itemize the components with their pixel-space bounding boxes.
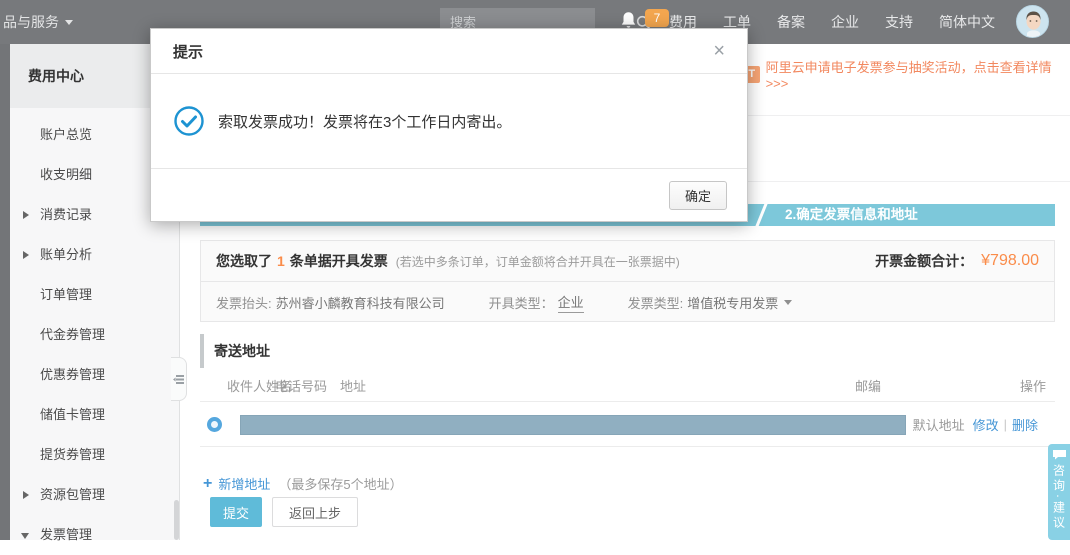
default-address-label: 默认地址 <box>912 418 965 433</box>
products-menu-label: 品与服务 <box>3 14 59 30</box>
modal-message: 索取发票成功！发票将在3个工作日内寄出。 <box>218 113 512 131</box>
redacted-address-bar <box>240 415 906 435</box>
chat-bubble-icon <box>1052 450 1066 460</box>
ok-button[interactable]: 确定 <box>669 180 727 210</box>
invoice-summary-box: 您选取了 1 条单据开具发票 (若选中多条订单，订单金额将合并开具在一张票据中)… <box>200 240 1055 322</box>
plus-icon: + <box>203 474 213 492</box>
mailing-address-title: 寄送地址 <box>214 343 270 359</box>
divider: | <box>1003 417 1007 432</box>
invoice-type-label: 发票类型: <box>627 295 684 311</box>
mailing-address-section-header: 寄送地址 <box>200 334 1055 368</box>
chevron-down-icon[interactable] <box>784 299 793 305</box>
selected-prefix: 您选取了 <box>216 253 272 269</box>
back-button[interactable]: 返回上步 <box>272 497 359 527</box>
add-address-link[interactable]: 新增地址 <box>218 474 270 493</box>
selected-count: 1 <box>277 253 285 269</box>
col-postcode: 邮编 <box>855 379 882 394</box>
collapsed-side-strip <box>0 44 10 540</box>
success-check-icon <box>174 106 204 136</box>
col-address: 地址 <box>340 379 367 394</box>
total-label: 开票金额合计： <box>875 253 974 269</box>
edit-address-link[interactable]: 修改 <box>973 415 999 434</box>
address-table-header: 收件人姓名 电话号码 地址 邮编 操作 <box>200 368 1055 402</box>
total-amount: ¥798.00 <box>981 252 1039 269</box>
invoice-type-value[interactable]: 增值税专用发票 <box>687 293 778 312</box>
invoice-title-value: 苏州睿小麟教育科技有限公司 <box>275 295 445 311</box>
section-accent-bar <box>200 334 204 368</box>
sidebar-item-stored-card-management[interactable]: 储值卡管理 <box>10 395 179 435</box>
chevron-down-icon <box>65 20 73 25</box>
sidebar-item-bill-analysis[interactable]: 账单分析 <box>10 235 179 275</box>
sidebar-item-coupon-management[interactable]: 优惠券管理 <box>10 355 179 395</box>
step-divider <box>754 201 769 229</box>
col-phone-number: 电话号码 <box>275 379 328 394</box>
step-2-label: 2.确定发票信息和地址 <box>785 207 918 222</box>
modal-title: 提示 <box>173 43 204 61</box>
sidebar-item-pickup-voucher-management[interactable]: 提货券管理 <box>10 435 179 475</box>
invoice-title-label: 发票抬头: <box>216 295 272 311</box>
delete-address-link[interactable]: 删除 <box>1012 415 1038 434</box>
selected-suffix: 条单据开具发票 <box>289 253 388 269</box>
sidebar-item-resource-pack-management[interactable]: 资源包管理 <box>10 475 179 515</box>
sidebar-item-voucher-management[interactable]: 代金券管理 <box>10 315 179 355</box>
nav-item-language[interactable]: 简体中文 <box>926 0 1008 44</box>
collapse-arrow-icon <box>21 533 29 539</box>
sidebar-item-invoice-management[interactable]: 发票管理 <box>10 515 179 555</box>
products-menu[interactable]: 品与服务 <box>3 0 73 44</box>
feedback-tab-label: 咨询·建议 <box>1051 464 1066 531</box>
col-actions: 操作 <box>1020 379 1047 394</box>
notice-modal: 提示 × 索取发票成功！发票将在3个工作日内寄出。 确定 <box>150 28 748 222</box>
submit-button[interactable]: 提交 <box>210 497 263 527</box>
address-table-row: 默认地址 修改 | 删除 <box>200 402 1055 447</box>
issue-type-label: 开具类型： <box>488 295 554 311</box>
sidebar-collapse-toggle[interactable] <box>171 357 187 401</box>
merge-note: (若选中多条订单，订单金额将合并开具在一张票据中) <box>395 254 680 269</box>
sidebar-scrollbar[interactable] <box>174 500 179 540</box>
close-icon[interactable]: × <box>713 41 725 61</box>
add-address-note: （最多保存5个地址） <box>278 477 403 492</box>
issue-type-value[interactable]: 企业 <box>557 292 584 313</box>
expand-arrow-icon <box>23 491 29 499</box>
nav-item-support[interactable]: 支持 <box>872 0 926 44</box>
expand-arrow-icon <box>23 211 29 219</box>
avatar[interactable] <box>1016 5 1049 38</box>
sidebar-item-order-management[interactable]: 订单管理 <box>10 275 179 315</box>
expand-arrow-icon <box>23 251 29 259</box>
nav-item-icp[interactable]: 备案 <box>764 0 818 44</box>
promo-notice[interactable]: T 阿里云申请电子发票参与抽奖活动，点击查看详情 >>> <box>744 57 1070 91</box>
promo-notice-link[interactable]: 阿里云申请电子发票参与抽奖活动，点击查看详情 >>> <box>766 57 1070 91</box>
address-radio-selected[interactable] <box>207 417 222 432</box>
feedback-tab[interactable]: 咨询·建议 <box>1048 444 1070 540</box>
nav-item-enterprise[interactable]: 企业 <box>818 0 872 44</box>
